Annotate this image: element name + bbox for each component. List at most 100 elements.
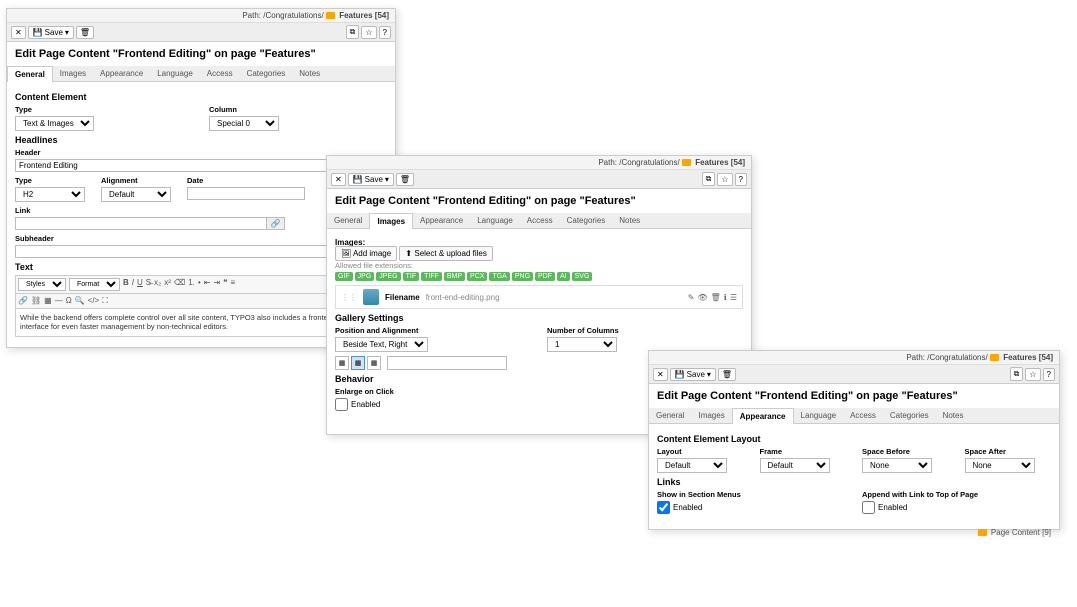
pos-above-center-icon[interactable]: ▦ xyxy=(335,356,349,370)
tab-notes[interactable]: Notes xyxy=(936,408,971,423)
alignment-select[interactable]: Default xyxy=(101,187,171,202)
list-ul-icon[interactable]: • xyxy=(198,278,201,291)
column-select[interactable]: Special 0 xyxy=(209,116,279,131)
link-icon[interactable]: 🔗 xyxy=(18,296,28,306)
source-icon[interactable]: </> xyxy=(88,296,100,306)
tab-categories[interactable]: Categories xyxy=(240,66,293,81)
underline-icon[interactable]: U xyxy=(137,278,143,291)
open-new-button[interactable]: ⧉ xyxy=(702,172,716,186)
space-before-select[interactable]: None xyxy=(862,458,932,473)
tab-general[interactable]: General xyxy=(7,66,53,82)
pos-intext-icon[interactable]: ▦ xyxy=(367,356,381,370)
hr-icon[interactable]: ― xyxy=(55,296,63,306)
show-menus-checkbox[interactable] xyxy=(657,501,670,514)
tab-language[interactable]: Language xyxy=(794,408,844,423)
rte-styles[interactable]: Styles xyxy=(18,278,66,291)
delete-button[interactable]: 🗑 xyxy=(718,368,736,381)
edit-icon[interactable]: ✎ xyxy=(688,293,695,302)
sup-icon[interactable]: x² xyxy=(164,278,171,291)
path-page[interactable]: Features [54] xyxy=(1003,353,1053,362)
footer-ref[interactable]: Page Content [9] xyxy=(649,524,1059,541)
outdent-icon[interactable]: ⇤ xyxy=(204,278,211,291)
append-top-checkbox[interactable] xyxy=(862,501,875,514)
open-new-button[interactable]: ⧉ xyxy=(1010,367,1024,381)
indent-icon[interactable]: ⇥ xyxy=(213,278,220,291)
tab-images[interactable]: Images xyxy=(53,66,93,81)
bookmark-button[interactable]: ☆ xyxy=(361,26,376,39)
tab-notes[interactable]: Notes xyxy=(292,66,327,81)
bold-icon[interactable]: B xyxy=(123,278,129,291)
tab-access[interactable]: Access xyxy=(520,213,560,228)
save-button[interactable]: 💾 Save ▾ xyxy=(348,173,394,186)
save-button[interactable]: 💾 Save ▾ xyxy=(28,26,74,39)
tab-language[interactable]: Language xyxy=(150,66,200,81)
frame-select[interactable]: Default xyxy=(760,458,830,473)
tab-images[interactable]: Images xyxy=(691,408,731,423)
tab-access[interactable]: Access xyxy=(843,408,883,423)
path-page[interactable]: Features [54] xyxy=(339,11,389,20)
remove-format-icon[interactable]: ⌫ xyxy=(174,278,185,291)
tab-language[interactable]: Language xyxy=(470,213,520,228)
num-cols-select[interactable]: 1 xyxy=(547,337,617,352)
path-value[interactable]: /Congratulations/ xyxy=(619,158,679,167)
quote-icon[interactable]: ❝ xyxy=(223,278,227,291)
pos-value-input[interactable] xyxy=(387,356,507,370)
tab-access[interactable]: Access xyxy=(200,66,240,81)
close-button[interactable]: ✕ xyxy=(653,368,668,381)
path-value[interactable]: /Congratulations/ xyxy=(927,353,987,362)
save-button[interactable]: 💾 Save ▾ xyxy=(670,368,716,381)
pos-beside-right-icon[interactable]: ▦ xyxy=(351,356,365,370)
path-label: Path: xyxy=(598,158,617,167)
italic-icon[interactable]: I xyxy=(132,278,134,291)
rte-format[interactable]: Format xyxy=(69,278,120,291)
link-picker-button[interactable]: 🔗 xyxy=(267,217,285,230)
path-page[interactable]: Features [54] xyxy=(695,158,745,167)
type-select[interactable]: Text & Images xyxy=(15,116,94,131)
list-ol-icon[interactable]: 1. xyxy=(188,278,195,291)
find-icon[interactable]: 🔍 xyxy=(75,296,85,306)
delete-file-icon[interactable]: 🗑 xyxy=(711,293,721,302)
layout-select[interactable]: Default xyxy=(657,458,727,473)
delete-button[interactable]: 🗑 xyxy=(396,173,414,186)
info-icon[interactable]: ℹ xyxy=(724,293,727,302)
bookmark-button[interactable]: ☆ xyxy=(717,173,732,186)
tab-categories[interactable]: Categories xyxy=(883,408,936,423)
tab-notes[interactable]: Notes xyxy=(612,213,647,228)
frame-label: Frame xyxy=(760,447,847,456)
sub-icon[interactable]: x₂ xyxy=(154,278,161,291)
drag-handle-icon[interactable]: ⋮⋮ xyxy=(341,293,357,302)
unlink-icon[interactable]: ⛓ xyxy=(31,296,41,306)
space-after-select[interactable]: None xyxy=(965,458,1035,473)
char-icon[interactable]: Ω xyxy=(66,296,72,306)
tab-appearance[interactable]: Appearance xyxy=(732,408,794,424)
pos-align-select[interactable]: Beside Text, Right xyxy=(335,337,428,352)
help-button[interactable]: ? xyxy=(1043,368,1055,381)
close-button[interactable]: ✕ xyxy=(11,26,26,39)
open-new-button[interactable]: ⧉ xyxy=(346,25,360,39)
menu-icon[interactable]: ☰ xyxy=(730,293,737,302)
select-upload-button[interactable]: ⬆ Select & upload files xyxy=(399,246,492,261)
tab-general[interactable]: General xyxy=(327,213,369,228)
date-input[interactable] xyxy=(187,187,305,200)
add-image-button[interactable]: 🖼 Add image xyxy=(335,246,397,261)
file-row[interactable]: ⋮⋮ Filename front-end-editing.png ✎ 👁 🗑 … xyxy=(335,285,743,309)
tab-categories[interactable]: Categories xyxy=(560,213,613,228)
hide-icon[interactable]: 👁 xyxy=(697,293,707,302)
bookmark-button[interactable]: ☆ xyxy=(1025,368,1040,381)
type2-select[interactable]: H2 xyxy=(15,187,85,202)
close-button[interactable]: ✕ xyxy=(331,173,346,186)
table-icon[interactable]: ▦ xyxy=(44,296,52,306)
align-left-icon[interactable]: ≡ xyxy=(230,278,235,291)
help-button[interactable]: ? xyxy=(735,173,747,186)
tab-appearance[interactable]: Appearance xyxy=(413,213,470,228)
strike-icon[interactable]: S̶ xyxy=(146,278,151,291)
tab-appearance[interactable]: Appearance xyxy=(93,66,150,81)
path-value[interactable]: /Congratulations/ xyxy=(263,11,323,20)
maximize-icon[interactable]: ⛶ xyxy=(102,296,108,306)
help-button[interactable]: ? xyxy=(379,26,391,39)
tab-general[interactable]: General xyxy=(649,408,691,423)
enlarge-checkbox[interactable] xyxy=(335,398,348,411)
tab-images[interactable]: Images xyxy=(369,213,413,229)
link-input[interactable] xyxy=(15,217,267,230)
delete-button[interactable]: 🗑 xyxy=(76,26,94,39)
